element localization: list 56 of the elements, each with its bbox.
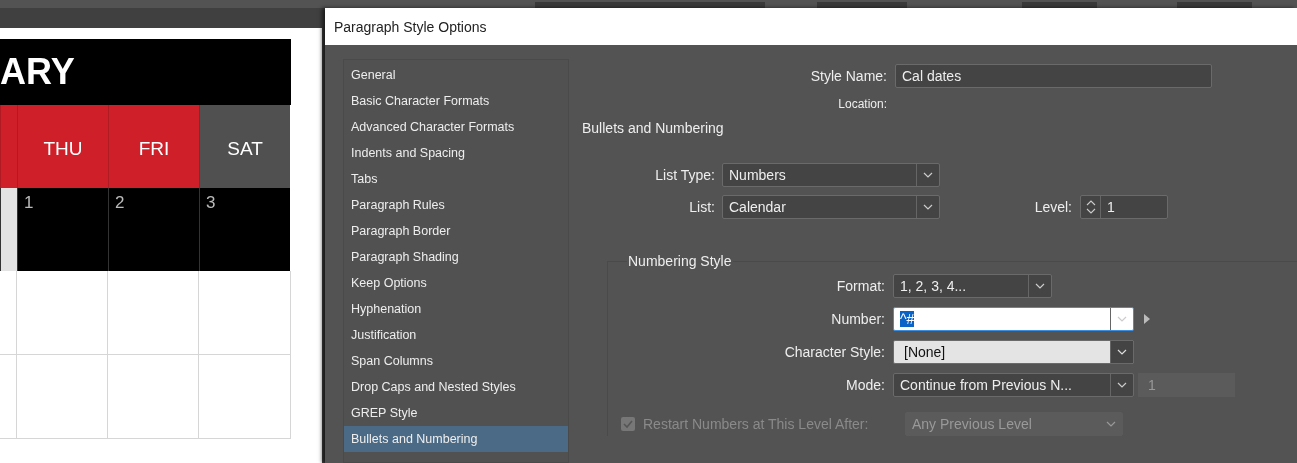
category-item[interactable]: Tabs xyxy=(344,166,568,192)
category-item[interactable]: Bullets and Numbering xyxy=(344,426,568,452)
field-label: Location: xyxy=(837,97,887,111)
weekday-header: SAT xyxy=(199,105,290,188)
category-item[interactable]: Paragraph Border xyxy=(344,218,568,244)
date-cell: 3 xyxy=(199,188,290,271)
triangle-right-icon[interactable] xyxy=(1144,314,1150,324)
category-item[interactable]: Advanced Character Formats xyxy=(344,114,568,140)
group-title: Numbering Style xyxy=(627,253,733,269)
date-cell: 2 xyxy=(108,188,199,271)
check-icon xyxy=(623,419,633,429)
category-item[interactable]: Indents and Spacing xyxy=(344,140,568,166)
category-item[interactable]: GREP Style xyxy=(344,400,568,426)
chevron-down-icon xyxy=(1117,382,1127,388)
chevron-down-icon xyxy=(923,204,933,210)
stepper-icon xyxy=(1085,199,1096,215)
level-spinner[interactable]: 1 xyxy=(1080,195,1168,219)
toolbar-field[interactable] xyxy=(817,2,907,8)
field-label: Character Style: xyxy=(783,344,885,360)
mode-dropdown[interactable]: Continue from Previous N... xyxy=(893,373,1134,397)
category-item[interactable]: Paragraph Shading xyxy=(344,244,568,270)
character-style-dropdown[interactable]: [None] xyxy=(893,340,1134,364)
list-dropdown[interactable]: Calendar xyxy=(722,195,940,219)
date-cell: 1 xyxy=(17,188,108,271)
category-item[interactable]: Paragraph Rules xyxy=(344,192,568,218)
weekday-header: THU xyxy=(17,105,108,188)
number-combo-field[interactable]: ^# xyxy=(893,307,1134,331)
toolbar-field[interactable] xyxy=(1177,2,1252,8)
chevron-down-icon xyxy=(1106,421,1116,427)
category-item[interactable]: Drop Caps and Nested Styles xyxy=(344,374,568,400)
toolbar-field[interactable] xyxy=(535,2,765,8)
window-title: Paragraph Style Options xyxy=(334,18,487,35)
section-heading: Bullets and Numbering xyxy=(582,120,724,136)
field-label: Mode: xyxy=(845,377,885,393)
category-item[interactable]: Keep Options xyxy=(344,270,568,296)
category-item[interactable]: Justification xyxy=(344,322,568,348)
format-dropdown[interactable]: 1, 2, 3, 4... xyxy=(893,274,1052,298)
category-item[interactable]: Span Columns xyxy=(344,348,568,374)
toolbar-field[interactable] xyxy=(1022,2,1097,8)
style-name-field[interactable]: Cal dates xyxy=(895,64,1212,88)
list-type-dropdown[interactable]: Numbers xyxy=(722,163,940,187)
chevron-down-icon xyxy=(1117,316,1127,322)
chevron-down-icon xyxy=(1117,349,1127,355)
category-item[interactable]: Basic Character Formats xyxy=(344,88,568,114)
chevron-down-icon xyxy=(1035,283,1045,289)
field-label: Style Name: xyxy=(809,68,887,84)
field-label: Level: xyxy=(1033,199,1072,215)
weekday-header: FRI xyxy=(108,105,199,188)
field-label: Format: xyxy=(835,278,885,294)
category-item[interactable]: General xyxy=(344,62,568,88)
category-item[interactable]: Hyphenation xyxy=(344,296,568,322)
field-label: List: xyxy=(688,199,715,215)
chevron-down-icon xyxy=(923,172,933,178)
field-label: Number: xyxy=(830,311,885,327)
month-title: ARY xyxy=(0,51,75,93)
field-label: List Type: xyxy=(654,167,715,183)
